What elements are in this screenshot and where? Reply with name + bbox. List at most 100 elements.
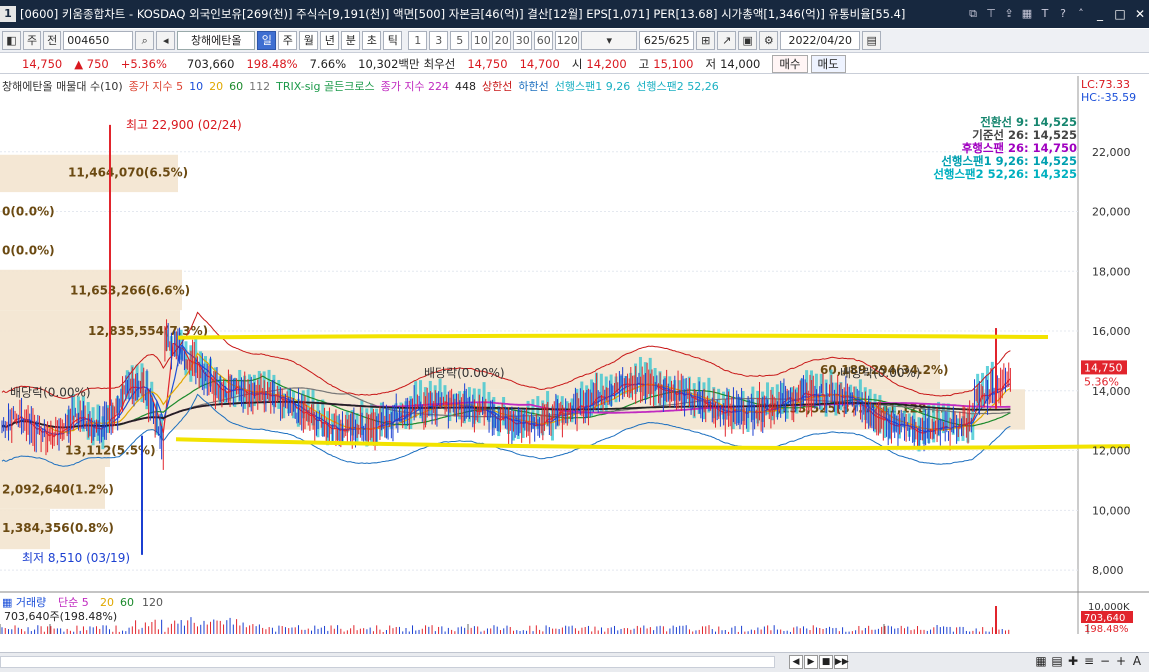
volume-ma120: 120	[142, 596, 163, 609]
interval-10[interactable]: 10	[471, 31, 491, 50]
calendar-icon[interactable]: ▤	[862, 31, 882, 50]
crosshair-icon[interactable]: ✚	[1065, 654, 1081, 668]
grid-view-icon[interactable]: ▦	[1033, 654, 1049, 668]
interval-20[interactable]: 20	[492, 31, 512, 50]
lc-value: LC:73.33	[1081, 78, 1131, 91]
layout-icon[interactable]: ◧	[2, 31, 21, 50]
stock-name: 창해에탄올	[177, 31, 256, 50]
volume-profile-label: 1,384,356(0.8%)	[2, 521, 114, 535]
period-second[interactable]: 초	[362, 31, 382, 50]
last-price-text: 14,750	[1084, 361, 1123, 374]
chart-scrollbar[interactable]	[0, 656, 775, 668]
interval-3[interactable]: 3	[429, 31, 449, 50]
scope-select[interactable]: 전	[43, 31, 62, 50]
volume-pct: 198.48%	[246, 56, 298, 71]
interval-5[interactable]: 5	[450, 31, 470, 50]
ichimoku-label: 선행스팬2 52,26: 14,325	[933, 167, 1077, 181]
legend-ma112[interactable]: 112	[249, 80, 270, 93]
price-tick-label: 12,000	[1092, 445, 1131, 458]
period-year[interactable]: 년	[320, 31, 340, 50]
close-icon[interactable]: ✕	[1131, 7, 1149, 21]
high-price: 15,100	[653, 56, 694, 71]
stock-code-input[interactable]: 004650	[63, 31, 134, 50]
legend-lower[interactable]: 하한선	[518, 78, 548, 94]
volume-tag-pct: 198.48%	[1084, 624, 1129, 634]
legend-ma2[interactable]: 종가 지수 224	[381, 78, 449, 94]
resistance-line	[177, 333, 1049, 340]
price-tick-label: 22,000	[1092, 146, 1131, 159]
market-select[interactable]: 주	[23, 31, 42, 50]
price-change: ▲ 750	[74, 56, 109, 71]
share-icon[interactable]: ⇪	[1001, 6, 1017, 22]
date-input[interactable]: 2022/04/20	[780, 31, 861, 50]
text-icon[interactable]: T	[1037, 6, 1053, 22]
high-annotation: 최고 22,900 (02/24)	[126, 118, 242, 132]
legend-ma-label[interactable]: 종가 지수 5	[129, 78, 183, 94]
volume-ma20: 20	[100, 596, 114, 609]
legend-span1[interactable]: 선행스팬1 9,26	[555, 78, 630, 94]
rewind-icon[interactable]: ◀	[789, 655, 803, 669]
priority-label: 최우선	[423, 56, 456, 71]
open-label: 시	[571, 56, 583, 71]
interval-120[interactable]: 120	[555, 31, 580, 50]
period-week[interactable]: 주	[278, 31, 298, 50]
zoom-controls: ▦ ▤ ✚ ≡ − + A	[1033, 654, 1145, 668]
ruler-icon[interactable]: ≡	[1081, 654, 1097, 668]
speaker-icon[interactable]: ◂	[156, 31, 176, 50]
legend-trix[interactable]: TRIX-sig 골든크로스	[276, 78, 374, 94]
grid-icon[interactable]: ▦	[1019, 6, 1035, 22]
legend-span2[interactable]: 선행스팬2 52,26	[636, 78, 718, 94]
volume-title: ▦ 거래량	[2, 596, 46, 609]
link-icon[interactable]: ⧉	[965, 6, 981, 22]
price-change-pct: +5.36%	[120, 56, 167, 71]
volume: 703,660	[186, 56, 235, 71]
font-size-icon[interactable]: A	[1129, 654, 1145, 668]
legend-ma448[interactable]: 448	[455, 80, 476, 93]
more-icon[interactable]: ˄	[1073, 6, 1089, 22]
window-title: [0600] 키움종합차트 - KOSDAQ 외국인보유[269(천)] 주식수…	[20, 7, 906, 21]
indicator-icon[interactable]: ⊞	[696, 31, 716, 50]
legend-upper[interactable]: 상한선	[482, 78, 512, 94]
pin-icon[interactable]: ⊤	[983, 6, 999, 22]
save-icon[interactable]: ▣	[738, 31, 758, 50]
stop-icon[interactable]: ■	[819, 655, 833, 669]
volume-profile-label: 0(0.0%)	[2, 205, 55, 219]
period-month[interactable]: 월	[299, 31, 319, 50]
help-icon[interactable]: ?	[1055, 6, 1071, 22]
legend-title[interactable]: 창해에탄올 매물대 수(10)	[2, 78, 123, 94]
minimize-icon[interactable]: _	[1091, 7, 1109, 21]
legend-ma20[interactable]: 20	[209, 80, 223, 93]
zoom-out-icon[interactable]: −	[1097, 654, 1113, 668]
maximize-icon[interactable]: □	[1111, 7, 1129, 21]
interval-1[interactable]: 1	[408, 31, 428, 50]
sell-button[interactable]: 매도	[810, 54, 846, 73]
volume-ma60: 60	[120, 596, 134, 609]
period-day[interactable]: 일	[257, 31, 277, 50]
draw-icon[interactable]: ↗	[717, 31, 737, 50]
period-tick[interactable]: 틱	[383, 31, 403, 50]
settings-icon[interactable]: ⚙	[759, 31, 779, 50]
table-icon[interactable]: ▤	[1049, 654, 1065, 668]
data-count[interactable]: 625/625	[639, 31, 695, 50]
trade-amount: 10,302백만	[358, 56, 420, 71]
low-annotation: 최저 8,510 (03/19)	[22, 551, 130, 565]
custom-interval-select[interactable]: ▾	[581, 31, 638, 50]
volume-profile-label: 11,464,070(6.5%)	[68, 166, 188, 180]
legend-ma60[interactable]: 60	[229, 80, 243, 93]
price-tick-label: 18,000	[1092, 265, 1131, 278]
volume-ma-label: 단순 5	[58, 596, 89, 609]
hc-value: HC:-35.59	[1081, 91, 1137, 104]
forward-icon[interactable]: ▶▶	[834, 655, 849, 669]
search-icon[interactable]: ⌕	[135, 31, 155, 50]
volume-profile-label: 11,653,266(6.6%)	[70, 284, 190, 298]
interval-60[interactable]: 60	[534, 31, 554, 50]
interval-30[interactable]: 30	[513, 31, 533, 50]
period-minute[interactable]: 분	[341, 31, 361, 50]
volume-tag-value: 703,640	[1084, 613, 1125, 624]
turnover: 7.66%	[309, 56, 347, 71]
buy-button[interactable]: 매수	[772, 54, 808, 73]
legend-ma10[interactable]: 10	[189, 80, 203, 93]
price-info-bar: 14,750 ▲ 750 +5.36% 703,660 198.48% 7.66…	[0, 54, 1149, 74]
play-icon[interactable]: ▶	[804, 655, 818, 669]
zoom-in-icon[interactable]: +	[1113, 654, 1129, 668]
